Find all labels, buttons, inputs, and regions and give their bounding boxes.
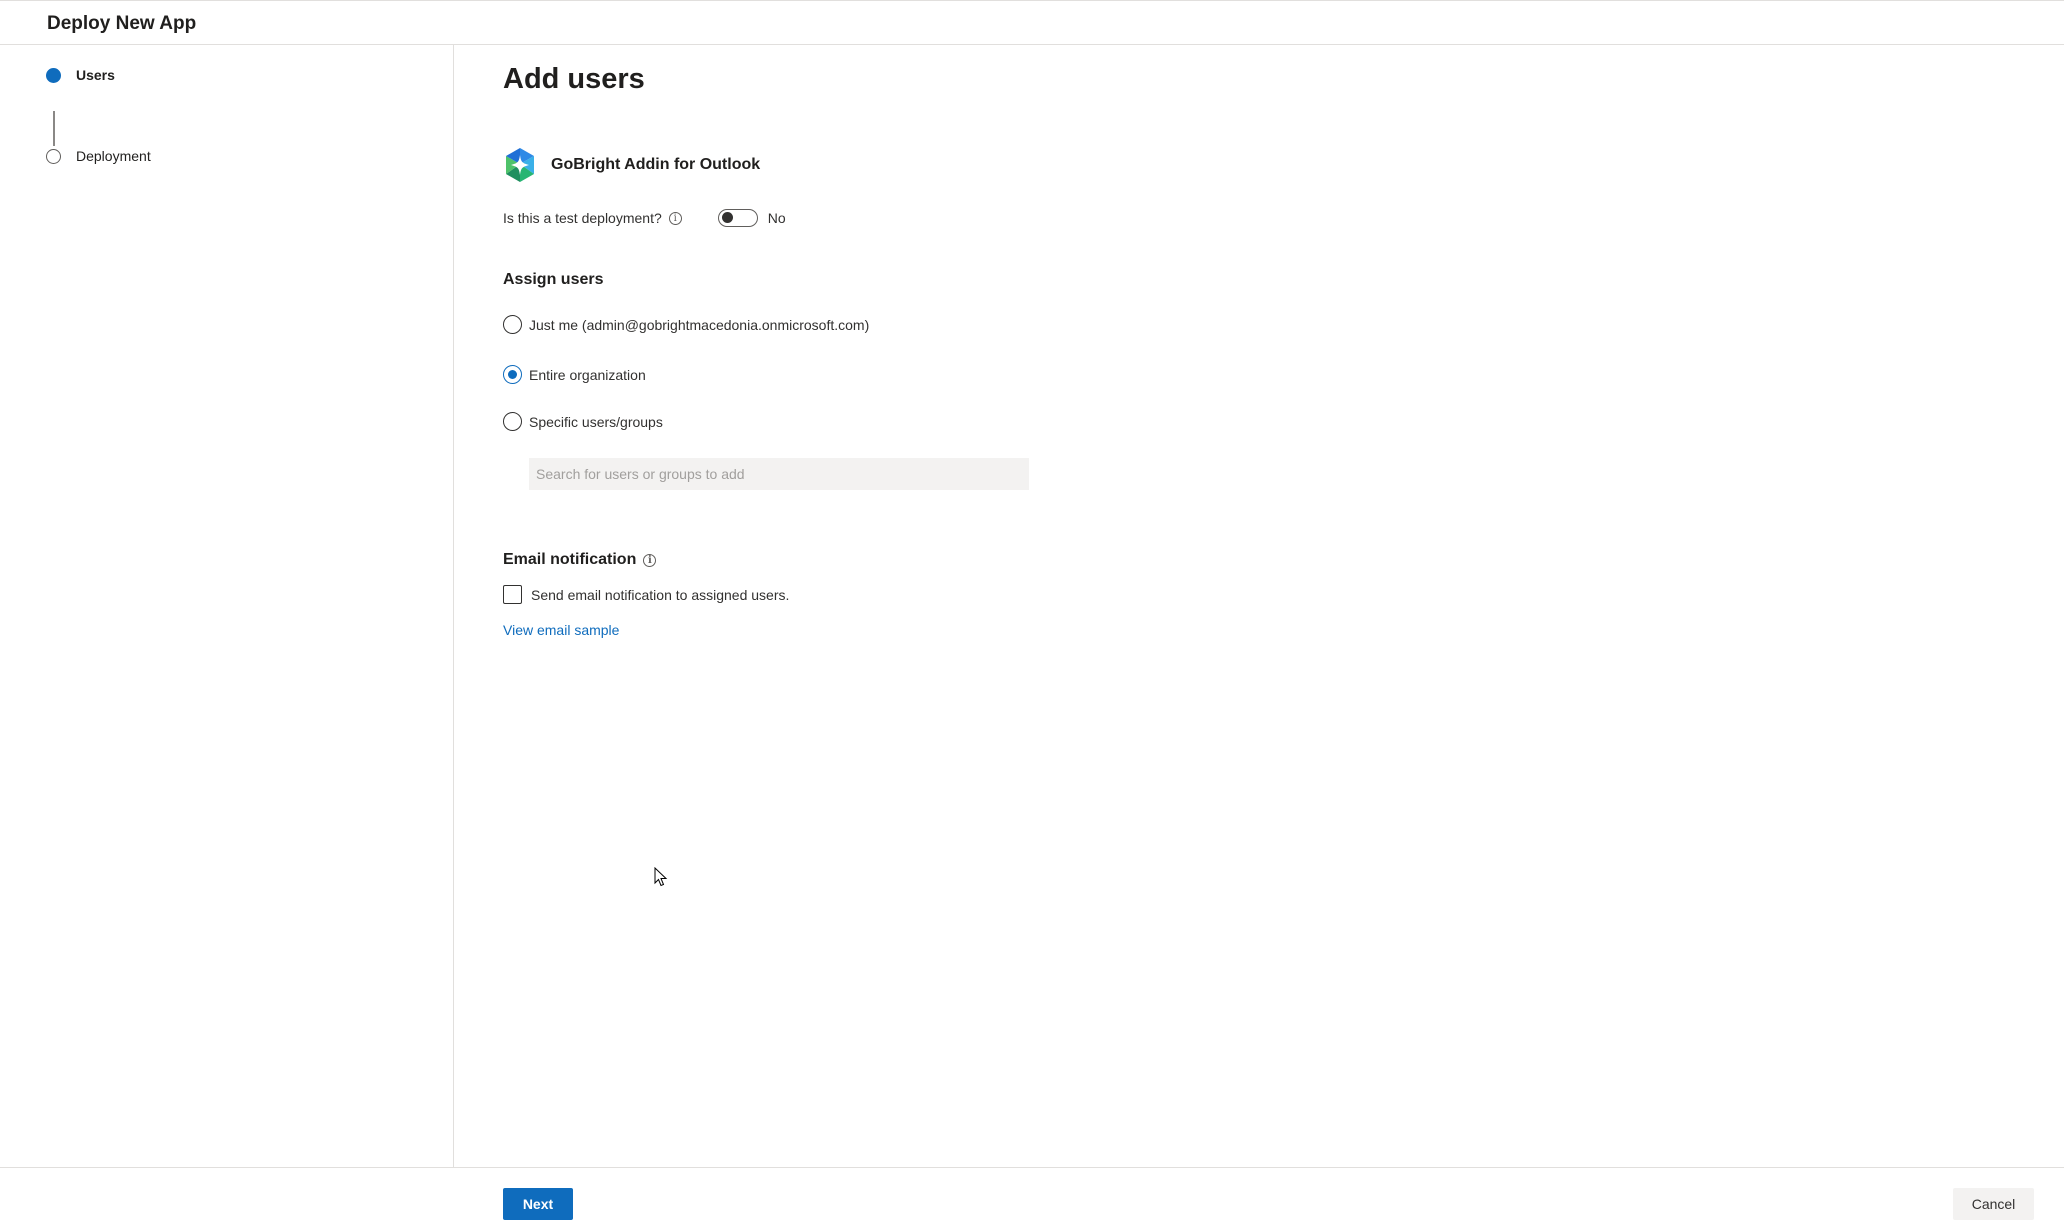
- step-connector-line: [53, 111, 55, 146]
- step-users-label: Users: [76, 67, 115, 83]
- email-notification-title-text: Email notification: [503, 551, 637, 568]
- radio-specific-users[interactable]: Specific users/groups: [503, 412, 663, 431]
- step-upcoming-dot-icon: [46, 148, 61, 164]
- email-notification-title: Email notification i: [503, 551, 657, 569]
- test-deployment-toggle[interactable]: [717, 209, 758, 227]
- wizard-steps-panel: Users Deployment: [0, 45, 454, 1167]
- step-current-dot-icon: [46, 67, 61, 83]
- radio-entire-organization[interactable]: Entire organization: [503, 365, 646, 384]
- mouse-pointer-icon: [654, 867, 668, 887]
- radio-specific-users-label: Specific users/groups: [529, 413, 663, 430]
- radio-just-me-label: Just me (admin@gobrightmacedonia.onmicro…: [529, 316, 870, 333]
- email-notification-checkbox[interactable]: [503, 585, 522, 604]
- app-name: GoBright Addin for Outlook: [551, 156, 761, 173]
- radio-specific-users-circle[interactable]: [503, 412, 522, 431]
- test-deployment-value: No: [767, 210, 786, 226]
- radio-just-me-circle[interactable]: [503, 315, 522, 334]
- radio-entire-organization-label: Entire organization: [529, 366, 646, 383]
- view-email-sample-link[interactable]: View email sample: [503, 622, 619, 638]
- step-users[interactable]: Users: [46, 67, 115, 83]
- cancel-button[interactable]: Cancel: [1953, 1188, 2034, 1220]
- email-notification-label: Send email notification to assigned user…: [531, 586, 790, 603]
- test-deployment-row: Is this a test deployment? i No: [503, 209, 786, 227]
- radio-entire-organization-circle[interactable]: [503, 365, 522, 384]
- email-notification-option[interactable]: Send email notification to assigned user…: [503, 585, 789, 604]
- step-deployment-label: Deployment: [76, 148, 151, 164]
- header-title: Deploy New App: [47, 13, 197, 34]
- info-icon[interactable]: i: [643, 553, 657, 567]
- gobright-logo-icon: [506, 148, 534, 182]
- page-title: Add users: [503, 63, 645, 95]
- next-button[interactable]: Next: [503, 1188, 573, 1220]
- assign-users-title: Assign users: [503, 271, 604, 288]
- app-info: GoBright Addin for Outlook: [503, 147, 760, 183]
- search-users-input[interactable]: [529, 458, 1029, 490]
- step-deployment[interactable]: Deployment: [46, 148, 151, 164]
- footer-bar: Next Cancel: [0, 1167, 2064, 1222]
- top-header: Deploy New App: [0, 0, 2064, 45]
- test-deployment-question: Is this a test deployment?: [503, 210, 662, 226]
- toggle-knob: [721, 212, 733, 223]
- info-icon[interactable]: i: [668, 211, 682, 225]
- radio-just-me[interactable]: Just me (admin@gobrightmacedonia.onmicro…: [503, 315, 869, 334]
